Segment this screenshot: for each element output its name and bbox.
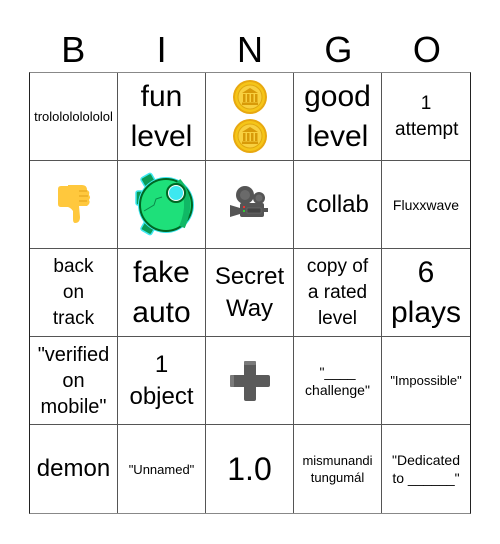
bingo-cell[interactable]: good level xyxy=(294,73,382,161)
header-letter-g: G xyxy=(324,29,353,70)
cell-text: 1.0 xyxy=(227,451,272,487)
bingo-cell[interactable] xyxy=(30,161,118,249)
bingo-cell[interactable]: 6 plays xyxy=(382,249,470,337)
header-letter-b: B xyxy=(61,29,86,70)
cell-text: back on track xyxy=(52,255,95,329)
coin-icon xyxy=(232,79,268,115)
bingo-cell[interactable] xyxy=(206,73,294,161)
bingo-cell[interactable]: copy of a rated level xyxy=(294,249,382,337)
bingo-cell[interactable]: 1 attempt xyxy=(382,73,470,161)
cell-text: 6 plays xyxy=(390,255,462,329)
cell-text: collab xyxy=(306,190,369,218)
bingo-cell[interactable] xyxy=(118,161,206,249)
bingo-cell[interactable]: "verified on mobile" xyxy=(30,337,118,425)
robot-ball-icon xyxy=(126,169,198,241)
cell-text: 1 attempt xyxy=(395,92,459,140)
cell-text: "Unnamed" xyxy=(128,461,195,477)
cell-text: trololololololol xyxy=(34,109,113,124)
thumbs-down-icon xyxy=(54,183,94,227)
bingo-cell[interactable]: demon xyxy=(30,425,118,513)
bingo-cell[interactable] xyxy=(206,161,294,249)
bingo-cell[interactable]: back on track xyxy=(30,249,118,337)
cell-text: 1 object xyxy=(129,350,194,410)
cell-text: fun level xyxy=(130,79,193,153)
bingo-cell[interactable]: 1.0 xyxy=(206,425,294,513)
bingo-cell[interactable]: Secret Way xyxy=(206,249,294,337)
bingo-cell[interactable]: fun level xyxy=(118,73,206,161)
cell-text: copy of a rated level xyxy=(306,255,369,329)
bingo-cell[interactable]: "____ challenge" xyxy=(294,337,382,425)
bingo-cell[interactable]: "Impossible" xyxy=(382,337,470,425)
cell-text: fake auto xyxy=(132,255,191,329)
bingo-header: B I N G O xyxy=(29,28,471,72)
bingo-cell[interactable]: "Unnamed" xyxy=(118,425,206,513)
coin-icon xyxy=(232,118,268,154)
plus-icon xyxy=(228,359,272,403)
header-letter-o: O xyxy=(412,29,441,70)
header-letter-i: I xyxy=(156,29,167,70)
cell-text: "Dedicated to ______" xyxy=(391,452,460,486)
cell-text: Fluxxwave xyxy=(392,196,460,213)
bingo-card: trololololololol fun level good level 1 … xyxy=(29,72,471,514)
cell-text: demon xyxy=(36,455,111,482)
cell-text: Secret Way xyxy=(214,262,285,322)
bingo-cell[interactable]: collab xyxy=(294,161,382,249)
bingo-cell[interactable]: 1 object xyxy=(118,337,206,425)
bingo-cell[interactable]: "Dedicated to ______" xyxy=(382,425,470,513)
cell-text: good level xyxy=(304,79,371,153)
cell-text: "Impossible" xyxy=(390,373,462,388)
bingo-cell[interactable]: Fluxxwave xyxy=(382,161,470,249)
bingo-cell[interactable]: fake auto xyxy=(118,249,206,337)
cell-text: "____ challenge" xyxy=(305,363,370,398)
bingo-cell[interactable]: trololololololol xyxy=(30,73,118,161)
bingo-cell[interactable] xyxy=(206,337,294,425)
cell-text: mismunandi tungumál xyxy=(302,453,373,485)
header-letter-n: N xyxy=(237,29,264,70)
bingo-cell[interactable]: mismunandi tungumál xyxy=(294,425,382,513)
movie-camera-icon xyxy=(228,183,272,227)
cell-text: "verified on mobile" xyxy=(37,343,110,418)
